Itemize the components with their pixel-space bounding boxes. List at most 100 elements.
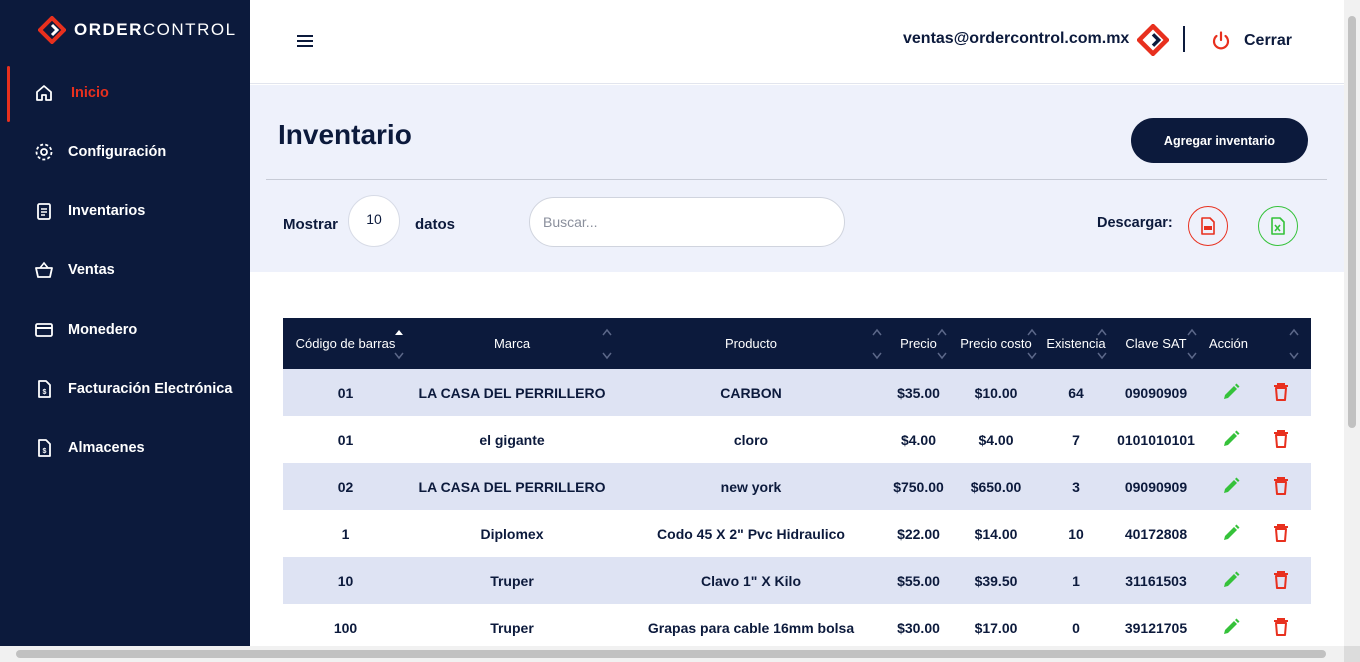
edit-pencil-icon[interactable] — [1219, 615, 1243, 639]
cell-actions — [1201, 557, 1311, 604]
invoice-icon: $ — [34, 438, 54, 458]
sort-icon — [1027, 328, 1037, 360]
divider — [266, 179, 1327, 180]
cell-clave-sat: 09090909 — [1124, 384, 1188, 401]
scrollbar-thumb[interactable] — [16, 650, 1326, 658]
sidebar-item-inicio[interactable]: Inicio — [0, 71, 250, 115]
column-header-producto[interactable]: Producto — [616, 318, 886, 369]
pdf-file-icon — [1201, 217, 1215, 235]
inventory-table: Código de barras Marca Producto Precio P… — [283, 318, 1311, 651]
cell-existencia: 10 — [1068, 525, 1084, 542]
cell-precio-costo: $650.00 — [970, 478, 1022, 495]
svg-text:$: $ — [43, 448, 47, 455]
cell-producto: Clavo 1" X Kilo — [701, 572, 801, 589]
svg-text:$: $ — [43, 389, 47, 396]
sidebar-item-monedero[interactable]: Monedero — [0, 308, 250, 352]
page-size-input[interactable]: 10 — [348, 195, 400, 247]
cell-codigo: 100 — [333, 619, 358, 636]
clipboard-icon — [34, 201, 54, 221]
cell-producto: Codo 45 X 2" Pvc Hidraulico — [657, 525, 845, 542]
user-email: ventas@ordercontrol.com.mx — [903, 30, 1130, 47]
show-suffix-label: datos — [415, 216, 456, 233]
sidebar-item-configuracion[interactable]: Configuración — [0, 130, 250, 174]
cell-clave-sat: 31161503 — [1125, 572, 1187, 589]
cell-existencia: 1 — [1072, 572, 1080, 589]
gear-icon — [34, 142, 54, 162]
sidebar: ORDERCONTROL Inicio Configuración Invent… — [0, 0, 250, 662]
logout-button[interactable]: Cerrar — [1210, 30, 1292, 52]
hamburger-menu-icon[interactable] — [297, 35, 313, 49]
vertical-scrollbar[interactable] — [1344, 0, 1360, 662]
cell-actions — [1201, 416, 1311, 463]
sort-icon — [602, 328, 612, 360]
delete-trash-icon[interactable] — [1269, 568, 1293, 592]
brand-logo[interactable]: ORDERCONTROL — [38, 16, 237, 44]
column-header-precio-costo[interactable]: Precio costo — [951, 318, 1041, 369]
column-header-marca[interactable]: Marca — [408, 318, 616, 369]
inventory-toolbar: Inventario Agregar inventario Mostrar 10… — [250, 85, 1344, 272]
sidebar-item-ventas[interactable]: Ventas — [0, 248, 250, 292]
sort-icon — [1097, 328, 1107, 360]
edit-pencil-icon[interactable] — [1219, 427, 1243, 451]
column-header-accion[interactable]: Acción — [1201, 318, 1311, 369]
cell-codigo: 10 — [337, 572, 354, 589]
cell-actions — [1201, 369, 1311, 416]
cell-precio-costo: $17.00 — [974, 619, 1018, 636]
column-header-existencia[interactable]: Existencia — [1041, 318, 1111, 369]
delete-trash-icon[interactable] — [1269, 474, 1293, 498]
show-label: Mostrar — [283, 216, 339, 233]
cell-precio: $35.00 — [897, 384, 940, 401]
scrollbar-thumb[interactable] — [1348, 16, 1356, 428]
cell-precio: $22.00 — [897, 525, 940, 542]
cell-existencia: 7 — [1072, 431, 1080, 448]
table-row: 01 el gigante cloro $4.00 $4.00 7 0101010101 — [283, 416, 1311, 463]
edit-pencil-icon[interactable] — [1219, 568, 1243, 592]
column-header-precio[interactable]: Precio — [886, 318, 951, 369]
delete-trash-icon[interactable] — [1269, 380, 1293, 404]
delete-trash-icon[interactable] — [1269, 521, 1293, 545]
sidebar-item-label: Monedero — [68, 322, 138, 338]
cell-codigo: 01 — [337, 431, 354, 448]
cell-precio: $55.00 — [897, 572, 940, 589]
column-header-codigo[interactable]: Código de barras — [283, 318, 408, 369]
basket-icon — [34, 260, 54, 280]
sort-icon — [872, 328, 882, 360]
cell-existencia: 0 — [1072, 619, 1080, 636]
download-pdf-button[interactable] — [1188, 206, 1228, 246]
edit-pencil-icon[interactable] — [1219, 474, 1243, 498]
sidebar-item-almacenes[interactable]: $ Almacenes — [0, 426, 250, 470]
column-header-clave-sat[interactable]: Clave SAT — [1111, 318, 1201, 369]
cell-clave-sat: 40172808 — [1124, 525, 1188, 542]
cell-producto: new york — [720, 478, 782, 495]
cell-codigo: 02 — [337, 478, 354, 495]
sidebar-item-facturacion[interactable]: $ Facturación Electrónica — [0, 367, 250, 411]
cell-precio: $4.00 — [900, 431, 937, 448]
cell-existencia: 64 — [1068, 384, 1084, 401]
cell-marca: Truper — [490, 572, 534, 589]
cell-marca: el gigante — [479, 431, 545, 448]
power-icon — [1212, 31, 1230, 50]
cell-precio: $750.00 — [893, 478, 944, 495]
edit-pencil-icon[interactable] — [1219, 380, 1243, 404]
invoice-icon: $ — [34, 379, 54, 399]
user-avatar-logo-icon — [1136, 23, 1170, 61]
cell-clave-sat: 39121705 — [1124, 619, 1188, 636]
sort-icon — [1187, 328, 1197, 360]
sort-icon — [937, 328, 947, 360]
delete-trash-icon[interactable] — [1269, 615, 1293, 639]
sort-icon — [1289, 328, 1299, 360]
cell-existencia: 3 — [1072, 478, 1080, 495]
edit-pencil-icon[interactable] — [1219, 521, 1243, 545]
add-inventory-button[interactable]: Agregar inventario — [1131, 118, 1308, 163]
excel-file-icon — [1271, 217, 1285, 235]
cell-codigo: 1 — [341, 525, 350, 542]
delete-trash-icon[interactable] — [1269, 427, 1293, 451]
download-excel-button[interactable] — [1258, 206, 1298, 246]
search-input[interactable] — [529, 197, 845, 247]
page-title: Inventario — [278, 119, 412, 150]
sidebar-item-label: Ventas — [68, 262, 115, 278]
sidebar-item-label: Configuración — [68, 144, 167, 160]
sidebar-item-inventarios[interactable]: Inventarios — [0, 189, 250, 233]
cell-precio-costo: $4.00 — [978, 431, 1014, 448]
horizontal-scrollbar[interactable] — [0, 646, 1344, 662]
